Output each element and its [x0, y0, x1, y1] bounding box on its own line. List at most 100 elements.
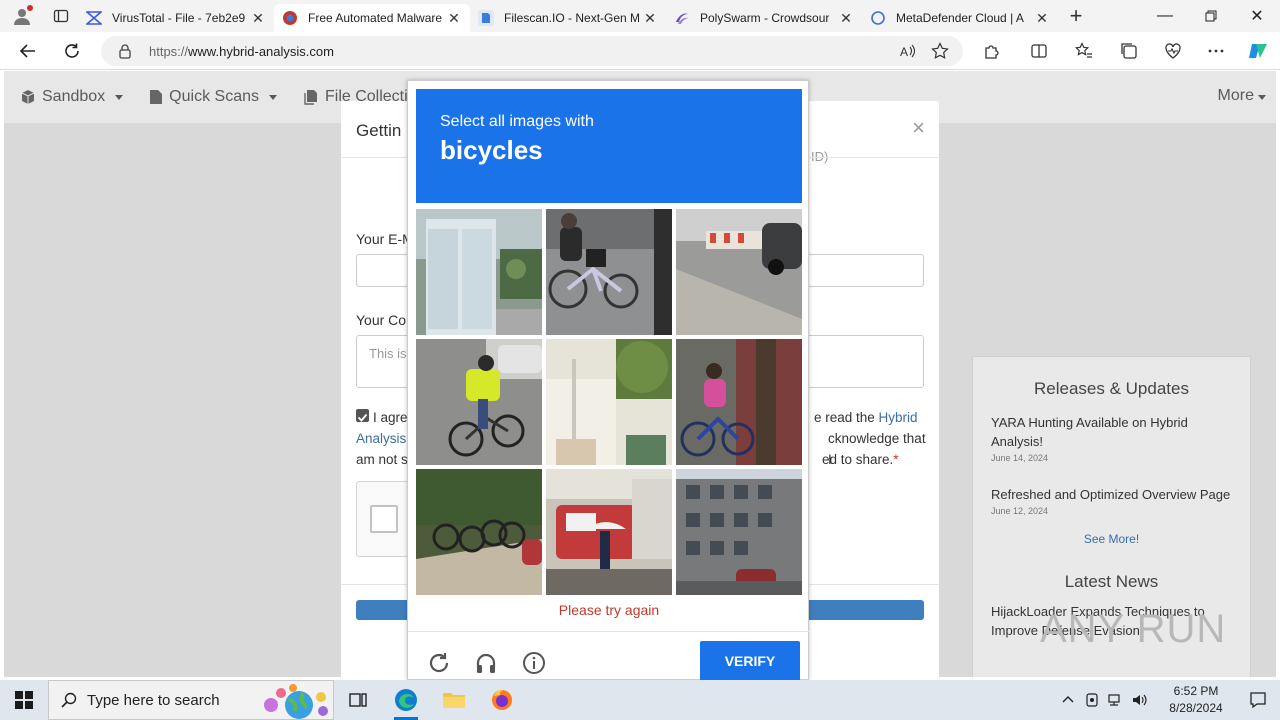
required-mark: *	[893, 452, 899, 467]
tab-actions-button[interactable]	[44, 0, 78, 32]
split-screen-button[interactable]	[1025, 37, 1053, 65]
read-aloud-icon[interactable]: A	[899, 42, 917, 60]
image-tile-cyclist-pink[interactable]	[676, 339, 802, 465]
extensions-button[interactable]	[978, 37, 1006, 65]
news-list: YARA Hunting Available on Hybrid Analysi…	[973, 413, 1250, 516]
tray-device-icon[interactable]	[1080, 680, 1104, 720]
news-item-title[interactable]: YARA Hunting Available on Hybrid Analysi…	[991, 413, 1232, 451]
collections-button[interactable]	[1115, 37, 1143, 65]
verify-button[interactable]: VERIFY	[700, 641, 800, 681]
agree-checkbox[interactable]	[356, 409, 369, 422]
modal-close-button[interactable]: ×	[912, 115, 925, 141]
taskbar-firefox[interactable]	[478, 680, 526, 720]
url-field[interactable]: https://www.hybrid-analysis.com A	[101, 36, 963, 66]
start-button[interactable]	[0, 680, 48, 720]
search-placeholder: Type here to search	[87, 691, 220, 709]
cube-icon	[21, 90, 35, 104]
news-item-date: June 12, 2024	[991, 506, 1049, 516]
image-tile-parked-car[interactable]	[676, 209, 802, 335]
search-highlight-globe-icon	[264, 684, 328, 719]
reload-challenge-button[interactable]	[424, 648, 454, 678]
checkmark-icon	[357, 413, 368, 422]
news-item-date: June 14, 2024	[991, 453, 1049, 463]
hybrid-link[interactable]: Hybrid	[879, 410, 918, 425]
image-tile-storefront[interactable]	[416, 209, 542, 335]
agree-text-readthe: e read the	[814, 410, 879, 425]
tab-title: PolySwarm - Crowdsour	[700, 11, 830, 25]
favorite-star-icon[interactable]	[931, 42, 949, 60]
tab-close-button[interactable]: ✕	[250, 10, 266, 27]
favorites-button[interactable]	[1070, 37, 1098, 65]
nav-more-label: More	[1217, 87, 1254, 104]
nav-quick-scans-label: Quick Scans	[169, 88, 259, 105]
tab-virustotal[interactable]: VirusTotal - File - 7eb2e9 ✕	[78, 4, 274, 32]
nav-more[interactable]: More	[1218, 87, 1266, 105]
tray-network-icon[interactable]	[1104, 680, 1128, 720]
tab-hybrid-analysis[interactable]: Free Automated Malware ✕	[274, 4, 470, 32]
nav-quick-scans[interactable]: Quick Scans	[149, 88, 277, 106]
tray-overflow-button[interactable]	[1056, 680, 1080, 720]
new-tab-button[interactable]: +	[1058, 0, 1094, 32]
tab-close-button[interactable]: ✕	[642, 10, 658, 27]
image-tile-cyclist-street[interactable]	[546, 209, 672, 335]
tab-close-button[interactable]: ✕	[838, 10, 854, 27]
virustotal-icon	[86, 10, 102, 26]
favorites-list-icon	[1075, 42, 1092, 58]
restore-button[interactable]	[1188, 0, 1234, 32]
minimize-button[interactable]: —	[1142, 0, 1188, 32]
image-tile-tree-building[interactable]	[546, 339, 672, 465]
image-tile-grey-building[interactable]	[676, 469, 802, 595]
tab-close-button[interactable]: ✕	[446, 10, 462, 27]
recaptcha-challenge: Select all images with bicycles Please t…	[407, 80, 810, 681]
refresh-icon	[65, 43, 79, 58]
challenge-instruction: Select all images with	[440, 113, 594, 130]
image-grid	[416, 209, 804, 597]
tab-filescan[interactable]: Filescan.IO - Next-Gen M ✕	[470, 4, 666, 32]
news-item-title[interactable]: Refreshed and Optimized Overview Page	[991, 485, 1232, 504]
taskbar-edge[interactable]	[382, 680, 430, 720]
recaptcha-checkbox[interactable]	[370, 505, 398, 533]
restore-icon	[1205, 10, 1217, 22]
notification-icon	[1250, 692, 1266, 709]
clock-date: 8/28/2024	[1169, 701, 1223, 715]
back-button[interactable]	[14, 37, 42, 65]
tray-volume-icon[interactable]	[1128, 680, 1152, 720]
tab-title: Free Automated Malware	[308, 11, 443, 25]
refresh-button[interactable]	[58, 37, 86, 65]
taskbar-search-box[interactable]: Type here to search	[48, 680, 334, 720]
url-actions: A	[899, 36, 949, 66]
tab-title: MetaDefender Cloud | A	[896, 11, 1024, 25]
task-view-button[interactable]	[334, 680, 382, 720]
svg-text:A: A	[900, 45, 908, 59]
search-icon	[61, 692, 77, 708]
tab-close-button[interactable]: ✕	[1034, 10, 1050, 27]
nav-sandbox[interactable]: Sandbox	[20, 88, 124, 106]
image-tile-umbrella-truck[interactable]	[546, 469, 672, 595]
profile-button[interactable]	[0, 0, 44, 32]
modal-title: Gettin	[356, 121, 402, 140]
browser-essentials-button[interactable]	[1159, 37, 1187, 65]
notification-center-button[interactable]	[1236, 680, 1280, 720]
ellipsis-icon	[1208, 49, 1224, 53]
tab-polyswarm[interactable]: PolySwarm - Crowdsour ✕	[666, 4, 862, 32]
comment-placeholder: This is	[369, 346, 407, 361]
audio-challenge-button[interactable]	[471, 648, 501, 678]
error-message: Please try again	[558, 602, 660, 618]
heartbeat-icon	[1165, 43, 1181, 59]
close-window-button[interactable]: ✕	[1234, 0, 1280, 32]
settings-more-button[interactable]	[1202, 37, 1230, 65]
address-bar-row: https://www.hybrid-analysis.com A	[0, 32, 1280, 70]
see-more-link[interactable]: See More!	[973, 532, 1250, 546]
tab-metadefender[interactable]: MetaDefender Cloud | A ✕	[862, 4, 1058, 32]
tab-actions-icon	[53, 9, 69, 23]
image-tile-cyclist-yellow-vest[interactable]	[416, 339, 542, 465]
filescan-icon	[478, 10, 494, 26]
taskbar-file-explorer[interactable]	[430, 680, 478, 720]
back-arrow-icon	[19, 44, 35, 58]
help-button[interactable]	[519, 648, 549, 678]
taskbar-clock[interactable]: 6:52 PM 8/28/2024	[1156, 683, 1236, 717]
analysis-link[interactable]: Analysis	[356, 431, 406, 446]
copilot-button[interactable]	[1244, 37, 1272, 65]
agree-text-mid: e read the Hybrid	[814, 407, 918, 428]
image-tile-parked-bicycles[interactable]	[416, 469, 542, 595]
